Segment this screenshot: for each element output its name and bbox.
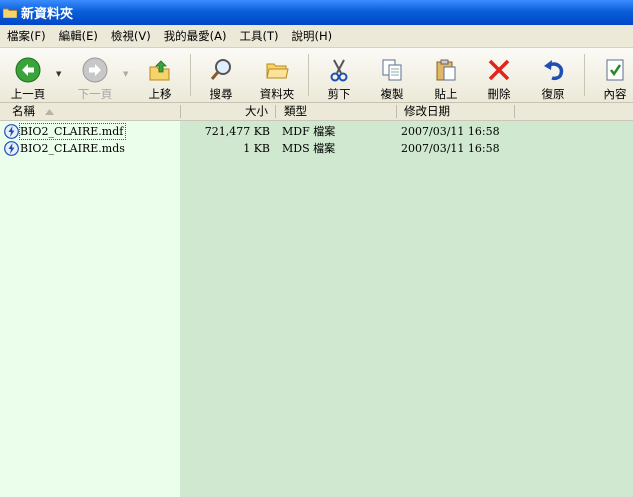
column-name[interactable]: 名稱 xyxy=(12,103,35,120)
folders-icon xyxy=(266,63,289,79)
up-button[interactable]: 上移 xyxy=(135,50,185,101)
sorted-column-highlight xyxy=(0,121,180,497)
file-name: BIO2_CLAIRE.mds xyxy=(20,142,125,155)
copy-button[interactable]: 複製 xyxy=(367,50,417,101)
copy-icon xyxy=(382,59,402,81)
folders-button[interactable]: 資料夾 xyxy=(252,50,302,101)
column-divider[interactable] xyxy=(396,105,397,118)
file-row[interactable]: BIO2_CLAIRE.mds 1 KB MDS 檔案 2007/03/11 1… xyxy=(0,140,633,157)
properties-icon xyxy=(606,59,624,81)
sort-ascending-icon xyxy=(45,109,54,115)
delete-x-icon xyxy=(488,59,510,81)
menu-tools[interactable]: 工具(T) xyxy=(233,28,285,44)
window-title: 新資料夾 xyxy=(21,7,74,22)
title-bar[interactable]: 新資料夾 xyxy=(0,0,633,25)
file-type: MDS 檔案 xyxy=(282,142,336,155)
file-name: BIO2_CLAIRE.mdf xyxy=(19,123,127,140)
scissors-icon xyxy=(330,59,348,82)
back-button[interactable]: 上一頁 xyxy=(3,50,53,101)
search-button[interactable]: 搜尋 xyxy=(196,50,246,101)
column-modified[interactable]: 修改日期 xyxy=(404,103,450,120)
file-modified: 2007/03/11 16:58 xyxy=(401,142,500,155)
folder-icon xyxy=(3,8,17,18)
cut-button[interactable]: 剪下 xyxy=(314,50,364,101)
menu-edit[interactable]: 編輯(E) xyxy=(52,28,104,44)
undo-button[interactable]: 復原 xyxy=(528,50,578,101)
toolbar-separator xyxy=(308,54,309,96)
column-type[interactable]: 類型 xyxy=(284,103,307,120)
column-size[interactable]: 大小 xyxy=(245,103,268,120)
toolbar: 上一頁 ▼ 下一頁 ▼ 上移 搜尋 資料夾 剪下 複製 貼上 刪除 復原 內容 xyxy=(0,48,633,103)
column-divider[interactable] xyxy=(514,105,515,118)
file-size: 1 KB xyxy=(243,142,270,155)
column-header: 名稱 大小 類型 修改日期 xyxy=(0,103,633,121)
disc-image-icon xyxy=(4,141,19,156)
file-type: MDF 檔案 xyxy=(282,125,336,138)
properties-button[interactable]: 內容 xyxy=(590,50,633,101)
paste-button[interactable]: 貼上 xyxy=(421,50,471,101)
undo-icon xyxy=(544,60,564,81)
column-divider[interactable] xyxy=(180,105,181,118)
menu-view[interactable]: 檢視(V) xyxy=(104,28,157,44)
file-row[interactable]: BIO2_CLAIRE.mdf 721,477 KB MDF 檔案 2007/0… xyxy=(0,123,633,140)
forward-button[interactable]: 下一頁 xyxy=(70,50,120,101)
menu-file[interactable]: 檔案(F) xyxy=(0,28,52,44)
back-dropdown-icon[interactable]: ▼ xyxy=(56,70,61,78)
file-size: 721,477 KB xyxy=(204,125,270,138)
paste-icon xyxy=(436,59,456,81)
delete-button[interactable]: 刪除 xyxy=(474,50,524,101)
toolbar-separator xyxy=(584,54,585,96)
menu-help[interactable]: 說明(H) xyxy=(285,28,339,44)
search-icon xyxy=(210,59,231,80)
menu-bar: 檔案(F) 編輯(E) 檢視(V) 我的最愛(A) 工具(T) 說明(H) xyxy=(0,25,633,48)
disc-image-icon xyxy=(4,124,19,139)
menu-favorites[interactable]: 我的最愛(A) xyxy=(157,28,233,44)
toolbar-separator xyxy=(190,54,191,96)
forward-dropdown-icon: ▼ xyxy=(123,70,129,78)
file-modified: 2007/03/11 16:58 xyxy=(401,125,500,138)
forward-arrow-icon xyxy=(82,57,108,83)
back-arrow-icon xyxy=(15,57,41,83)
column-divider[interactable] xyxy=(275,105,276,118)
folder-up-icon xyxy=(149,60,170,81)
